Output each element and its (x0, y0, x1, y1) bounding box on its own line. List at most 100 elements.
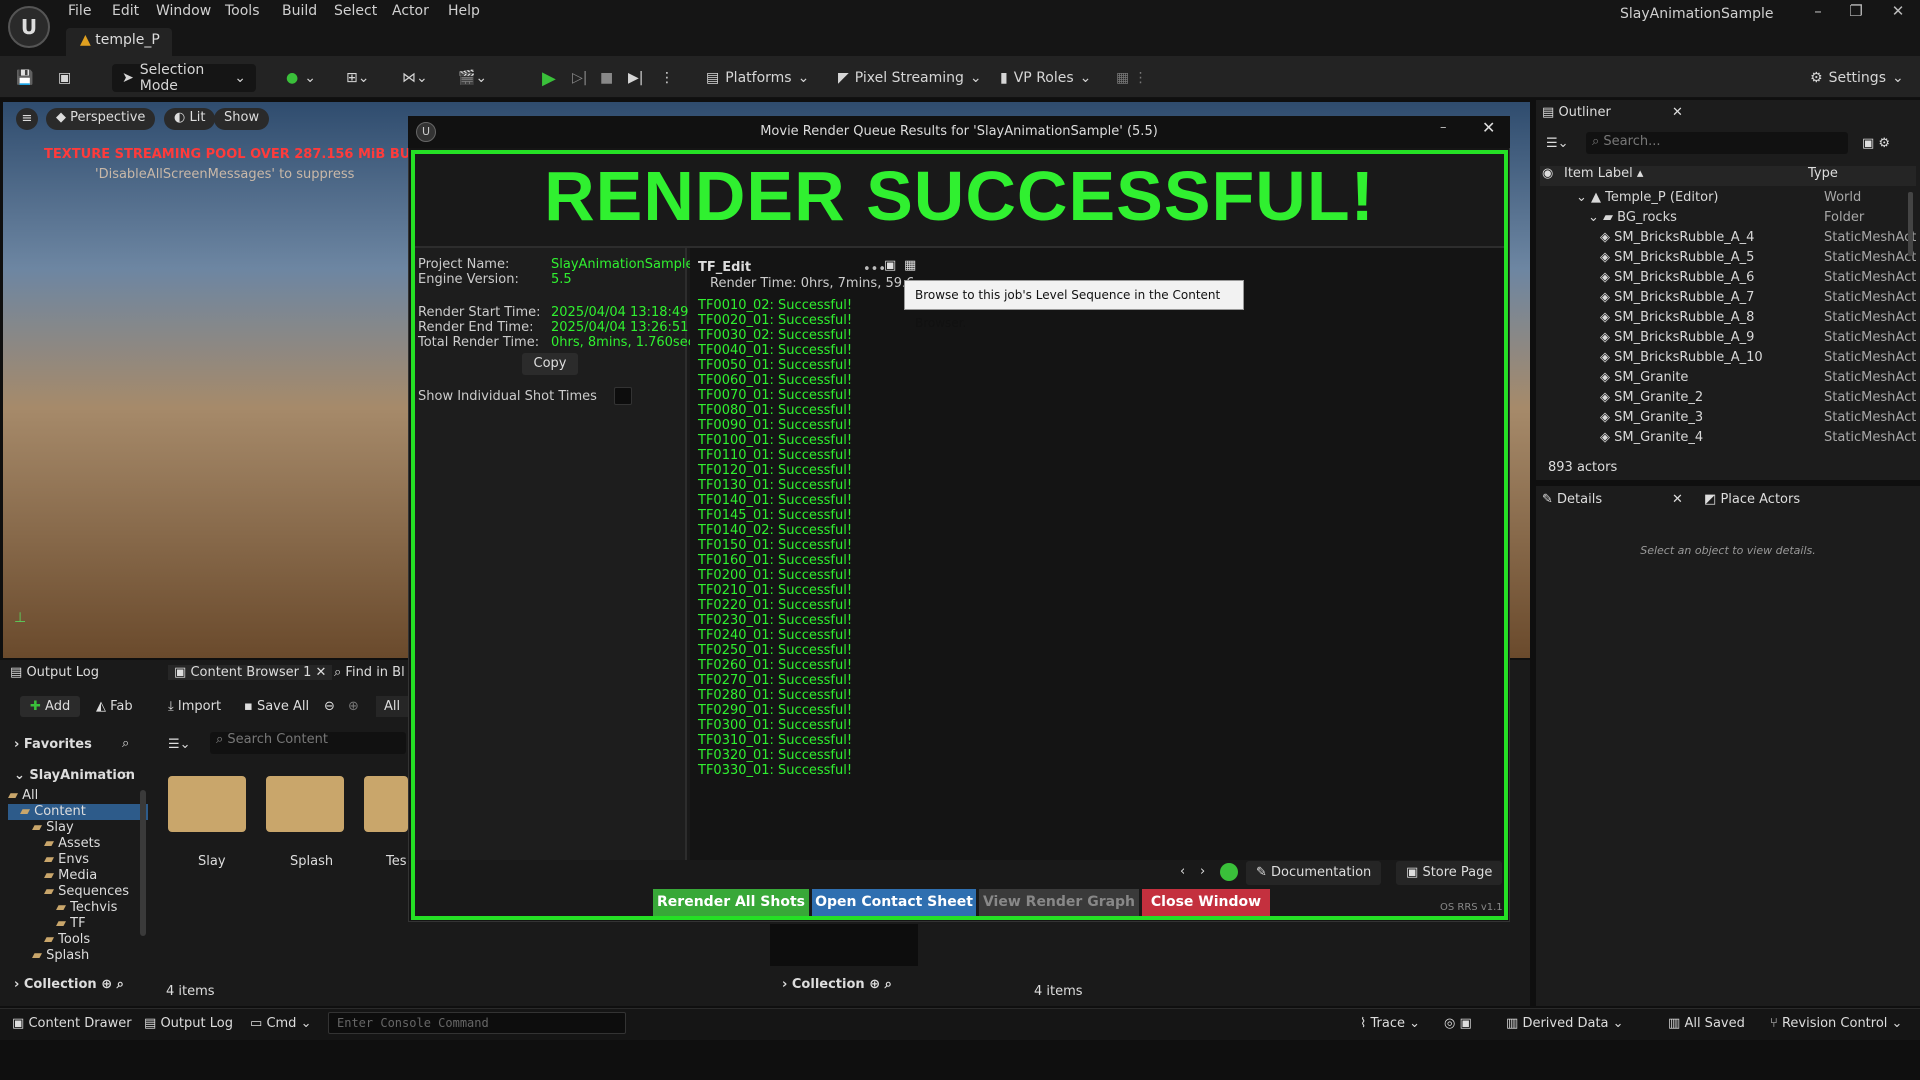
outliner-row[interactable]: ◈ SM_BricksRubble_A_6 StaticMeshActo (1540, 270, 1916, 290)
project-header[interactable]: ⌄ SlayAnimation (14, 768, 135, 783)
tree-item[interactable]: ▰ Slay (8, 820, 148, 836)
view-render-graph-button[interactable]: View Render Graph (979, 889, 1139, 916)
save-all-button[interactable]: ▪ Save All (244, 699, 309, 714)
folder-splash[interactable] (266, 776, 344, 832)
open-contact-sheet-button[interactable]: Open Contact Sheet (812, 889, 976, 916)
minimize-icon[interactable]: – (1804, 2, 1832, 24)
tree-item[interactable]: ▰ Content (8, 804, 148, 820)
unreal-logo-icon[interactable]: U (8, 6, 50, 48)
collection-2-search-icon[interactable]: ⌕ (885, 977, 892, 992)
outliner-scrollbar[interactable] (1908, 192, 1913, 256)
revision-control-dropdown[interactable]: ⑂ Revision Control ⌄ (1770, 1016, 1902, 1031)
console-input[interactable]: Enter Console Command (328, 1012, 626, 1034)
derived-data-dropdown[interactable]: ▥ Derived Data ⌄ (1506, 1016, 1624, 1031)
menu-actor[interactable]: Actor (392, 3, 429, 19)
cinematics-icon[interactable]: 🎬⌄ (458, 64, 487, 92)
nav-prev-icon[interactable]: ‹ (1180, 864, 1185, 879)
show-individual-checkbox[interactable] (614, 387, 632, 405)
outliner-row[interactable]: ◈ SM_BricksRubble_A_8 StaticMeshActo (1540, 310, 1916, 330)
settings-dropdown[interactable]: ⚙ Settings ⌄ (1810, 64, 1904, 92)
platforms-dropdown[interactable]: ▤ Platforms ⌄ (706, 64, 809, 92)
tab-content-browser[interactable]: ▣ Content Browser 1 ✕ (168, 665, 333, 680)
menu-file[interactable]: File (68, 3, 91, 19)
trace-dropdown[interactable]: ⌇ Trace ⌄ (1360, 1016, 1420, 1031)
camera-icon[interactable]: ▦ ⋮ (1116, 64, 1148, 92)
job-more-icon[interactable]: ••• (863, 262, 886, 277)
import-button[interactable]: ⤓ Import (168, 699, 221, 714)
menu-build[interactable]: Build (282, 3, 317, 19)
outliner-search-input[interactable]: ⌕ Search... (1586, 132, 1848, 154)
menu-edit[interactable]: Edit (112, 3, 139, 19)
menu-select[interactable]: Select (334, 3, 377, 19)
shield-icon[interactable]: ● ⌄ (286, 64, 316, 92)
outliner-close-icon[interactable]: ✕ (1672, 105, 1683, 120)
details-close-icon[interactable]: ✕ (1672, 492, 1683, 507)
launch-icon[interactable]: ▶| (628, 64, 643, 92)
tree-scrollbar[interactable] (140, 790, 146, 936)
tree-item[interactable]: ▰ Tools (8, 932, 148, 948)
details-tab[interactable]: ✎ Details (1542, 492, 1602, 507)
outliner-row[interactable]: ◈ SM_BricksRubble_A_10 StaticMeshActo (1540, 350, 1916, 370)
col-type[interactable]: Type (1808, 166, 1838, 181)
nav-next-icon[interactable]: › (1200, 864, 1205, 879)
outliner-filter-icon[interactable]: ☰⌄ (1546, 136, 1569, 151)
pixel-streaming-dropdown[interactable]: ◤ Pixel Streaming ⌄ (838, 64, 982, 92)
collection-header-2[interactable]: › Collection ⊕ ⌕ (782, 977, 892, 992)
project-search-icon[interactable]: ⌕ (122, 767, 129, 782)
add-actor-icon[interactable]: ⊞⌄ (346, 64, 369, 92)
history-forward-icon[interactable]: ⊕ (348, 699, 359, 714)
path-all-button[interactable]: All (376, 696, 409, 717)
tree-item[interactable]: ▰ Assets (8, 836, 148, 852)
outliner-row[interactable]: ◈ SM_Granite StaticMeshActo (1540, 370, 1916, 390)
outliner-tab[interactable]: ▤ Outliner (1542, 105, 1611, 120)
favorites-search-icon[interactable]: ⌕ (122, 736, 129, 751)
tree-item[interactable]: ▰ Envs (8, 852, 148, 868)
hamburger-icon[interactable]: ≡ (16, 108, 38, 130)
step-icon[interactable]: ▷| (572, 64, 587, 92)
save-icon[interactable]: 💾 (16, 64, 33, 92)
level-tab[interactable]: ▲ temple_P (66, 28, 172, 56)
rerender-button[interactable]: Rerender All Shots (653, 889, 809, 916)
outliner-row[interactable]: ◈ SM_BricksRubble_A_9 StaticMeshActo (1540, 330, 1916, 350)
selection-mode-dropdown[interactable]: ➤ Selection Mode ⌄ (112, 62, 256, 94)
tree-item[interactable]: ▰ Media (8, 868, 148, 884)
menu-window[interactable]: Window (156, 3, 211, 19)
restore-icon[interactable]: ❐ (1842, 2, 1870, 24)
documentation-button[interactable]: ✎ Documentation (1246, 861, 1382, 885)
copy-button[interactable]: Copy (522, 353, 578, 375)
stop-icon[interactable]: ■ (600, 64, 613, 92)
show-button[interactable]: Show (214, 108, 270, 130)
tab-output-log[interactable]: ▤ Output Log (10, 665, 99, 680)
collection-header[interactable]: › Collection ⊕ ⌕ (14, 977, 124, 992)
cmd-dropdown[interactable]: ▭ Cmd ⌄ (250, 1016, 311, 1031)
outliner-row[interactable]: ◈ SM_BricksRubble_A_4 StaticMeshActo (1540, 230, 1916, 250)
history-back-icon[interactable]: ⊖ (324, 699, 335, 714)
outliner-row[interactable]: ⌄ ▰ BG_rocks Folder (1540, 210, 1916, 230)
outliner-row[interactable]: ◈ SM_BricksRubble_A_5 StaticMeshActo (1540, 250, 1916, 270)
status-output-log-button[interactable]: ▤ Output Log (144, 1016, 233, 1031)
vp-roles-dropdown[interactable]: ▮ VP Roles ⌄ (1000, 64, 1091, 92)
grid-icon[interactable]: ▦ (904, 258, 916, 273)
lit-button[interactable]: ◐ Lit (164, 108, 216, 130)
tree-item[interactable]: ▰ Splash (8, 948, 148, 964)
add-folder-icon[interactable]: ▣ ⚙ (1862, 136, 1890, 151)
folder-slay[interactable] (168, 776, 246, 832)
menu-help[interactable]: Help (448, 3, 480, 19)
visibility-icon[interactable]: ◉ (1542, 166, 1553, 181)
menu-tools[interactable]: Tools (225, 3, 260, 19)
add-button[interactable]: ✚ Add (20, 696, 81, 717)
play-icon[interactable]: ▶ (542, 64, 556, 92)
all-saved-button[interactable]: ▥ All Saved (1668, 1016, 1745, 1031)
status-icons[interactable]: ◎ ▣ (1444, 1016, 1472, 1031)
modal-minimize-icon[interactable]: – (1440, 120, 1447, 135)
filter-icon[interactable]: ☰⌄ (168, 737, 191, 752)
perspective-button[interactable]: ◆ Perspective (46, 108, 156, 130)
add-collection-icon[interactable]: ⊕ (101, 977, 112, 992)
outliner-row[interactable]: ◈ SM_Granite_3 StaticMeshActo (1540, 410, 1916, 430)
content-icon[interactable]: ▣ (58, 64, 71, 92)
tree-item[interactable]: ▰ Techvis (8, 900, 148, 916)
content-search-input[interactable]: ⌕ Search Content (210, 732, 406, 754)
fab-button[interactable]: ◭ Fab (96, 699, 133, 714)
content-drawer-button[interactable]: ▣ Content Drawer (12, 1016, 132, 1031)
close-window-button[interactable]: Close Window (1142, 889, 1270, 916)
